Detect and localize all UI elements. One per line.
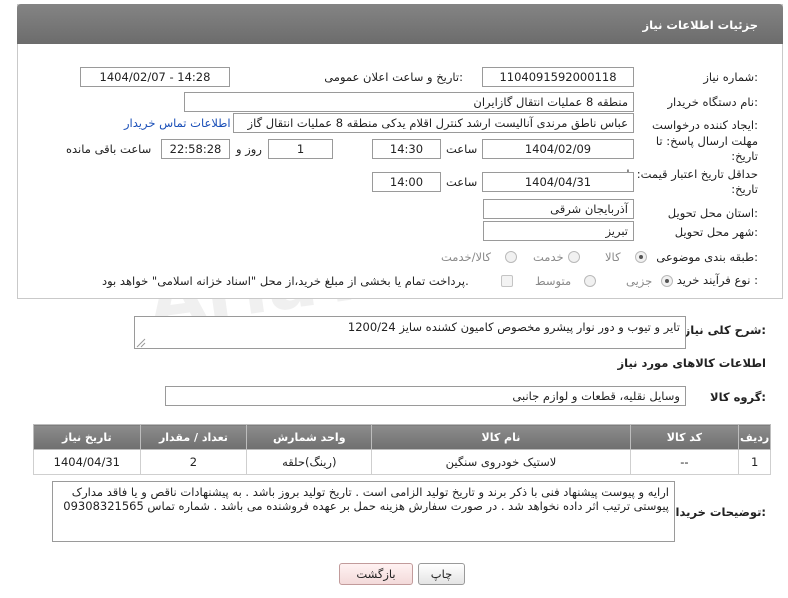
general-desc-label: شرح کلی نیاز: xyxy=(683,323,766,337)
need-number-label: شماره نیاز: xyxy=(703,70,758,84)
announce-datetime-label: تاریخ و ساعت اعلان عمومی: xyxy=(324,70,463,84)
reply-time-field: 14:30 xyxy=(372,139,441,159)
table-row: 1 -- لاستیک خودروی سنگین (رینگ)حلقه 2 14… xyxy=(33,449,771,475)
buyer-notes-field: ارایه و پیوست پیشنهاد فنی با ذکر برند و … xyxy=(52,481,675,542)
purchase-medium-option: متوسط xyxy=(535,274,572,288)
need-number-field: 1104091592000118 xyxy=(482,67,634,87)
general-desc-field: تایر و تیوب و دور نوار پیشرو مخصوص کامیو… xyxy=(134,316,686,349)
category-service-radio[interactable] xyxy=(568,251,580,263)
cell-code: -- xyxy=(629,449,740,475)
category-label: طبقه بندی موضوعی: xyxy=(656,250,758,264)
back-button[interactable]: بازگشت xyxy=(339,563,413,585)
goods-group-field: وسایل نقلیه، قطعات و لوازم جانبی xyxy=(165,386,686,406)
province-label: استان محل تحویل: xyxy=(667,206,758,220)
col-row-header: ردیف xyxy=(738,424,771,450)
buyer-org-field: منطقه 8 عملیات انتقال گازایران xyxy=(184,92,634,112)
city-field: تبریز xyxy=(483,221,634,241)
requester-field: عباس ناطق مرندی آنالیست ارشد کنترل اقلام… xyxy=(233,113,634,133)
purchase-type-label: نوع فرآیند خرید : xyxy=(676,273,758,287)
treasury-note: پرداخت تمام یا بخشی از مبلغ خرید،از محل … xyxy=(102,274,469,288)
day-and-label: روز و xyxy=(236,142,262,156)
city-label: شهر محل تحویل: xyxy=(674,225,758,239)
remaining-time-field: 22:58:28 xyxy=(161,139,230,159)
goods-table: ردیف کد کالا نام کالا واحد شمارش تعداد /… xyxy=(33,424,771,475)
category-service-option: خدمت xyxy=(533,250,564,264)
price-validity-label: حداقل تاریخ اعتبار قیمت: تا تاریخ: xyxy=(626,167,758,196)
buyer-notes-label: توضیحات خریدار: xyxy=(668,505,766,519)
goods-table-header: ردیف کد کالا نام کالا واحد شمارش تعداد /… xyxy=(33,424,771,450)
resize-grip-icon[interactable] xyxy=(136,338,146,348)
cell-unit: (رینگ)حلقه xyxy=(246,449,373,475)
reply-deadline-label: مهلت ارسال پاسخ: تا تاریخ: xyxy=(655,134,758,163)
purchase-minor-radio[interactable] xyxy=(661,275,673,287)
treasury-checkbox[interactable] xyxy=(501,275,513,287)
purchase-medium-radio[interactable] xyxy=(584,275,596,287)
buyer-org-label: نام دستگاه خریدار: xyxy=(667,95,758,109)
reply-days-field: 1 xyxy=(268,139,333,159)
col-unit-header: واحد شمارش xyxy=(246,424,373,450)
hours-left-label: ساعت باقی مانده xyxy=(66,142,152,156)
print-button[interactable]: چاپ xyxy=(418,563,465,585)
reply-date-field: 1404/02/09 xyxy=(482,139,634,159)
col-name-header: نام کالا xyxy=(371,424,631,450)
buyer-contact-link[interactable]: اطلاعات تماس خریدار xyxy=(124,116,231,130)
requester-label: ایجاد کننده درخواست: xyxy=(652,118,758,132)
goods-group-label: گروه کالا: xyxy=(710,390,766,404)
validity-time-label: ساعت xyxy=(446,175,478,189)
province-field: آذربایجان شرقی xyxy=(483,199,634,219)
goods-info-heading: اطلاعات کالاهای مورد نیاز xyxy=(617,356,766,370)
cell-row-number: 1 xyxy=(738,449,771,475)
col-date-header: تاریخ نیاز xyxy=(33,424,141,450)
category-goods-option: کالا xyxy=(605,250,621,264)
cell-name: لاستیک خودروی سنگین xyxy=(371,449,631,475)
validity-date-field: 1404/04/31 xyxy=(482,172,634,192)
cell-qty: 2 xyxy=(139,449,248,475)
reply-time-label: ساعت xyxy=(446,142,478,156)
category-goods-service-radio[interactable] xyxy=(505,251,517,263)
category-goods-service-option: کالا/خدمت xyxy=(441,250,492,264)
category-goods-radio[interactable] xyxy=(635,251,647,263)
col-qty-header: تعداد / مقدار xyxy=(139,424,248,450)
announce-datetime-field: 1404/02/07 - 14:28 xyxy=(80,67,230,87)
panel-title: جزئیات اطلاعات نیاز xyxy=(642,18,758,32)
purchase-minor-option: جزیی xyxy=(626,274,653,288)
validity-time-field: 14:00 xyxy=(372,172,441,192)
col-code-header: کد کالا xyxy=(629,424,740,450)
cell-date: 1404/04/31 xyxy=(33,449,141,475)
